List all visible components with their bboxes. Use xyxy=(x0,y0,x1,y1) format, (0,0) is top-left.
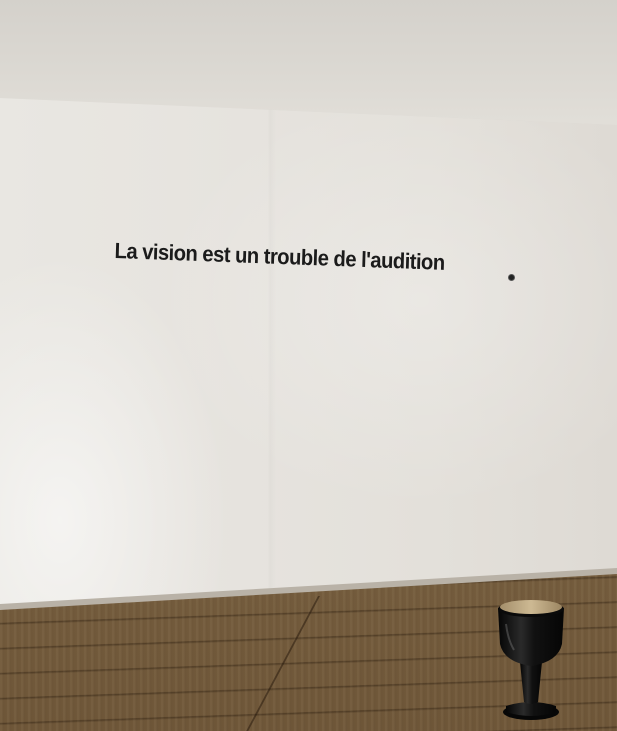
stool-seat xyxy=(500,600,562,614)
black-stool xyxy=(498,600,564,720)
stool-base xyxy=(506,702,556,716)
stool-stem xyxy=(520,662,542,704)
gallery-room: La vision est un trouble de l'audition xyxy=(0,0,617,731)
wall-dot xyxy=(509,275,514,280)
